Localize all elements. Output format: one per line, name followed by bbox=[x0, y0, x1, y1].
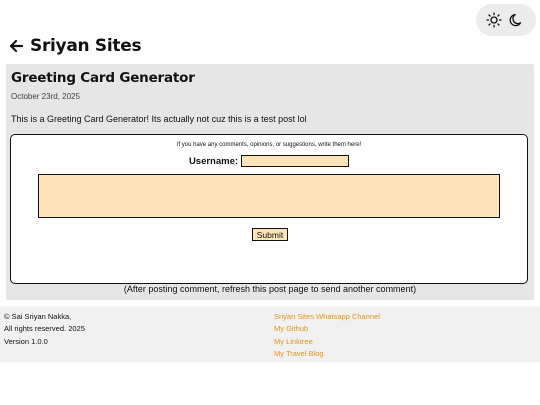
rights-line: All rights reserved. 2025 bbox=[4, 324, 85, 334]
footer-info: © Sai Sriyan Nakka, All rights reserved.… bbox=[4, 311, 85, 348]
github-link[interactable]: My Github bbox=[274, 323, 380, 335]
submit-button[interactable]: Submit bbox=[252, 228, 288, 241]
comment-prompt: If you have any comments, opinions, or s… bbox=[176, 142, 362, 148]
moon-icon[interactable] bbox=[509, 12, 525, 28]
back-arrow-icon[interactable] bbox=[8, 38, 24, 54]
post-card: Greeting Card Generator October 23rd, 20… bbox=[6, 64, 534, 300]
username-label: Username: bbox=[188, 155, 239, 167]
post-title: Greeting Card Generator bbox=[11, 70, 195, 86]
version-text: Version 1.0.0 bbox=[4, 336, 48, 346]
post-body: This is a Greeting Card Generator! Its a… bbox=[11, 114, 307, 124]
footer-links: Sriyan Sites Whatsapp Channel My Github … bbox=[274, 311, 380, 360]
travel-blog-link[interactable]: My Travel Blog bbox=[274, 348, 380, 360]
sun-icon[interactable] bbox=[486, 12, 502, 28]
footer: © Sai Sriyan Nakka, All rights reserved.… bbox=[0, 306, 540, 362]
site-title-link[interactable]: Sriyan Sites bbox=[30, 36, 142, 56]
username-row: Username: bbox=[11, 155, 527, 167]
post-date: October 23rd, 2025 bbox=[11, 92, 80, 101]
theme-toggle[interactable] bbox=[476, 4, 536, 36]
comment-form: If you have any comments, opinions, or s… bbox=[10, 134, 528, 284]
after-post-note: (After posting comment, refresh this pos… bbox=[123, 284, 417, 294]
comment-textarea[interactable] bbox=[38, 174, 500, 218]
copyright-line: © Sai Sriyan Nakka, bbox=[4, 312, 72, 321]
linktree-link[interactable]: My Linktree bbox=[274, 336, 380, 348]
site-header: Sriyan Sites bbox=[8, 34, 142, 58]
username-input[interactable] bbox=[241, 155, 350, 167]
whatsapp-channel-link[interactable]: Sriyan Sites Whatsapp Channel bbox=[274, 311, 380, 323]
